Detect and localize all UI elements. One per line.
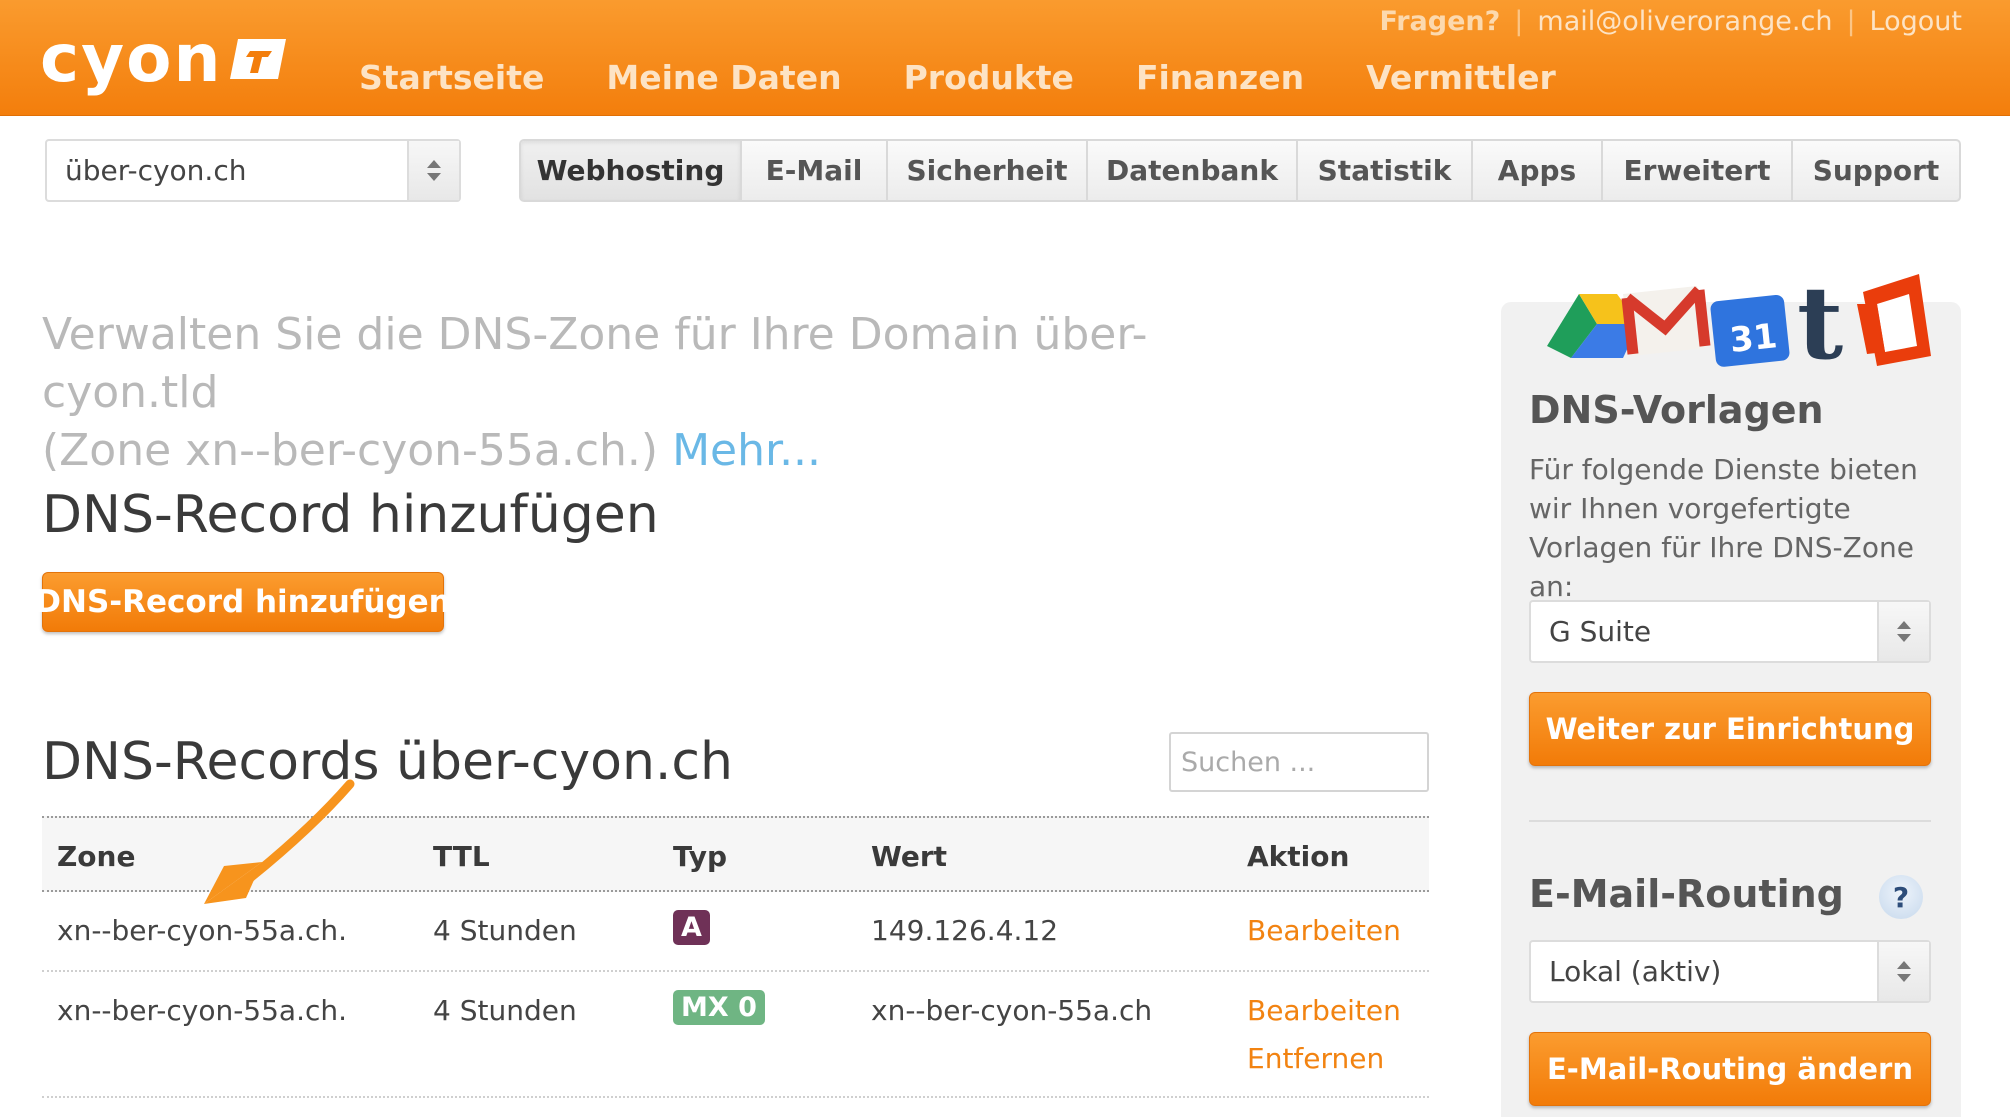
- help-link[interactable]: Fragen?: [1380, 6, 1501, 37]
- row-wert: xn--ber-cyon-55a.ch: [871, 994, 1153, 1027]
- add-dns-record-button[interactable]: DNS-Record hinzufügen: [35, 572, 451, 632]
- column-header-aktion: Aktion: [1247, 840, 1350, 873]
- domain-select[interactable]: über-cyon.ch: [45, 139, 461, 202]
- tab-webhosting[interactable]: Webhosting: [521, 141, 742, 200]
- column-header-ttl[interactable]: TTL: [433, 840, 490, 873]
- record-type-badge: A: [673, 910, 710, 945]
- google-calendar-icon: 31: [1710, 295, 1790, 367]
- add-record-heading: DNS-Record hinzufügen: [42, 485, 659, 545]
- tab-datenbank[interactable]: Datenbank: [1088, 141, 1298, 200]
- dns-template-select-value: G Suite: [1549, 615, 1652, 648]
- tab-erweitert[interactable]: Erweitert: [1603, 141, 1793, 200]
- change-mail-routing-button[interactable]: E-Mail-Routing ändern: [1529, 1032, 1931, 1106]
- account-links: Fragen? | mail@oliverorange.ch | Logout: [1380, 6, 1963, 37]
- account-email-link[interactable]: mail@oliverorange.ch: [1537, 6, 1832, 37]
- row-ttl: 4 Stunden: [433, 994, 577, 1027]
- svg-text:t: t: [1797, 264, 1843, 368]
- tumblr-icon: t: [1797, 264, 1843, 368]
- tab-support[interactable]: Support: [1793, 141, 1959, 200]
- dns-template-app-icons: 31 t: [1547, 264, 1931, 368]
- office-icon: [1857, 274, 1931, 366]
- divider: |: [1846, 6, 1856, 37]
- mail-routing-select[interactable]: Lokal (aktiv): [1529, 940, 1931, 1003]
- logo-mark-icon: [230, 39, 287, 79]
- select-arrows-icon: [407, 141, 459, 200]
- edit-link[interactable]: Bearbeiten: [1247, 994, 1401, 1027]
- annotation-arrow-icon: [204, 779, 355, 904]
- logo-text: cyon: [40, 20, 223, 97]
- continue-setup-button[interactable]: Weiter zur Einrichtung: [1529, 692, 1931, 766]
- select-arrows-icon: [1877, 602, 1929, 661]
- cyon-logo[interactable]: cyon: [40, 26, 290, 92]
- intro-text: Verwalten Sie die DNS-Zone für Ihre Doma…: [42, 306, 1302, 480]
- divider: |: [1514, 6, 1524, 37]
- logout-link[interactable]: Logout: [1870, 6, 1962, 37]
- table-row: xn--ber-cyon-55a.ch. 4 Stunden MX 0 xn--…: [42, 972, 1429, 1098]
- intro-line-1: Verwalten Sie die DNS-Zone für Ihre Doma…: [42, 309, 1148, 418]
- top-header: cyon Startseite Meine Daten Produkte Fin…: [0, 0, 2010, 116]
- column-header-zone[interactable]: Zone: [57, 840, 135, 873]
- tab-statistik[interactable]: Statistik: [1298, 141, 1473, 200]
- nav-finanzen[interactable]: Finanzen: [1136, 58, 1304, 97]
- dns-templates-heading: DNS-Vorlagen: [1529, 388, 1824, 432]
- tab-email[interactable]: E-Mail: [742, 141, 888, 200]
- nav-meine-daten[interactable]: Meine Daten: [606, 58, 841, 97]
- row-wert: 149.126.4.12: [871, 914, 1059, 947]
- records-heading: DNS-Records über-cyon.ch: [42, 732, 733, 792]
- tab-apps[interactable]: Apps: [1473, 141, 1603, 200]
- dns-template-select[interactable]: G Suite: [1529, 600, 1931, 663]
- select-arrows-icon: [1877, 942, 1929, 1001]
- more-link[interactable]: Mehr...: [672, 425, 821, 476]
- nav-startseite[interactable]: Startseite: [359, 58, 544, 97]
- svg-text:31: 31: [1728, 316, 1779, 361]
- search-input[interactable]: [1169, 732, 1429, 792]
- gmail-icon: [1621, 286, 1711, 356]
- section-tabs: Webhosting E-Mail Sicherheit Datenbank S…: [519, 139, 1961, 202]
- tab-sicherheit[interactable]: Sicherheit: [888, 141, 1088, 200]
- main-nav: Startseite Meine Daten Produkte Finanzen…: [359, 58, 1618, 97]
- row-ttl: 4 Stunden: [433, 914, 577, 947]
- record-type-badge: MX 0: [673, 990, 765, 1025]
- help-icon[interactable]: ?: [1879, 875, 1923, 919]
- nav-vermittler[interactable]: Vermittler: [1366, 58, 1556, 97]
- edit-link[interactable]: Bearbeiten: [1247, 914, 1401, 947]
- delete-link[interactable]: Entfernen: [1247, 1042, 1384, 1075]
- column-header-typ[interactable]: Typ: [673, 840, 727, 873]
- mail-routing-heading: E-Mail-Routing: [1529, 872, 1844, 916]
- domain-select-value: über-cyon.ch: [65, 154, 247, 187]
- intro-line-2: (Zone xn--ber-cyon-55a.ch.): [42, 425, 659, 476]
- column-header-wert[interactable]: Wert: [871, 840, 947, 873]
- nav-produkte[interactable]: Produkte: [904, 58, 1074, 97]
- mail-routing-select-value: Lokal (aktiv): [1549, 955, 1722, 988]
- row-zone: xn--ber-cyon-55a.ch.: [57, 994, 348, 1027]
- dns-templates-description: Für folgende Dienste bieten wir Ihnen vo…: [1529, 453, 1918, 603]
- sidebar-divider: [1529, 820, 1931, 822]
